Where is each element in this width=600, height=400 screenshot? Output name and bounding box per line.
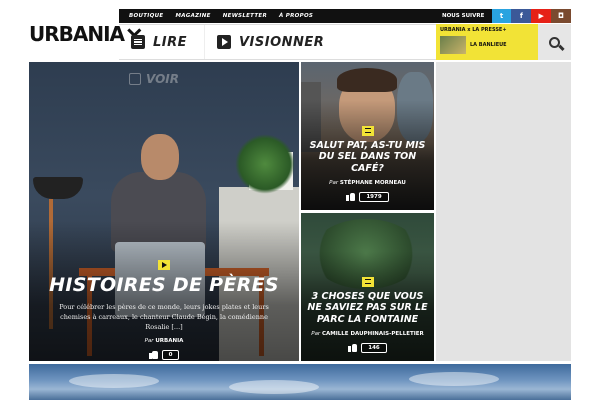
instagram-icon[interactable]: ◘ <box>551 9 572 23</box>
card-author[interactable]: STÉPHANE MORNEAU <box>340 180 406 186</box>
byline-prefix: Par <box>329 180 339 186</box>
presse-thumbnail <box>440 36 466 54</box>
feature-banner-image[interactable] <box>29 364 571 400</box>
hero-description: Pour célébrer les pères de ce monde, leu… <box>59 303 269 331</box>
article-card[interactable]: SALUT PAT, AS-TU MIS DU SEL DANS TON CAF… <box>301 62 434 210</box>
like-count: 0 <box>161 350 180 360</box>
search-button[interactable] <box>538 24 571 60</box>
nav-read[interactable]: LIRE <box>119 25 205 59</box>
hero-image-person-head <box>141 134 179 180</box>
hero-article[interactable]: VOIR HISTOIRES DE PÈRES Pour célébrer le… <box>29 62 299 361</box>
hero-image-plant <box>235 134 295 194</box>
video-icon <box>129 73 141 85</box>
nav-watch-label: VISIONNER <box>239 34 325 50</box>
card-content: SALUT PAT, AS-TU MIS DU SEL DANS TON CAF… <box>307 125 428 202</box>
card-author[interactable]: CAMILLE DAUPHINAIS-PELLETIER <box>322 331 424 337</box>
section-label: VOIR <box>129 72 179 86</box>
logo-text: URBANIA <box>29 22 125 46</box>
banner-cloud <box>409 372 499 386</box>
hero-image-lamp <box>33 177 83 199</box>
nav-read-label: LIRE <box>153 34 188 50</box>
article-icon <box>361 276 374 287</box>
sidebar-ad-space <box>436 62 571 361</box>
nav-watch[interactable]: VISIONNER <box>205 25 324 59</box>
presse-item-row[interactable]: LA BANLIEUE <box>440 36 534 54</box>
banner-cloud <box>69 374 159 388</box>
section-label-text: VOIR <box>146 72 179 86</box>
link-a-propos[interactable]: À PROPOS <box>279 13 313 19</box>
byline-prefix: Par <box>144 338 154 344</box>
social-bar: NOUS SUIVRE t f ▶ ◘ <box>436 9 572 23</box>
youtube-icon[interactable]: ▶ <box>531 9 552 23</box>
card-title[interactable]: 3 CHOSES QUE VOUS NE SAVIEZ PAS SUR LE P… <box>307 291 428 326</box>
hero-byline: Par URBANIA <box>29 338 299 344</box>
link-magazine[interactable]: MAGAZINE <box>175 13 210 19</box>
card-stats: 1979 <box>307 192 428 202</box>
hero-title[interactable]: HISTOIRES DE PÈRES <box>29 274 299 296</box>
presse-item-label: LA BANLIEUE <box>470 42 507 48</box>
play-icon <box>158 260 170 270</box>
card-stats: 146 <box>307 343 428 353</box>
main-nav: LIRE VISIONNER <box>119 24 436 60</box>
banner-cloud <box>229 380 319 394</box>
card-byline: Par STÉPHANE MORNEAU <box>307 180 428 186</box>
facebook-icon[interactable]: f <box>511 9 532 23</box>
like-count: 1979 <box>359 192 389 202</box>
like-count: 146 <box>361 343 387 353</box>
thumbs-up-icon[interactable] <box>148 351 158 359</box>
article-icon <box>361 125 374 136</box>
card-content: 3 CHOSES QUE VOUS NE SAVIEZ PAS SUR LE P… <box>307 276 428 353</box>
hero-content: HISTOIRES DE PÈRES Pour célébrer les pèr… <box>29 260 299 360</box>
follow-label: NOUS SUIVRE <box>436 9 492 23</box>
presse-title: URBANIA x LA PRESSE+ <box>440 27 507 33</box>
presse-promo[interactable]: URBANIA x LA PRESSE+ LA BANLIEUE <box>436 24 538 60</box>
page: URBANIA BOUTIQUE MAGAZINE NEWSLETTER À P… <box>0 0 600 400</box>
article-card[interactable]: 3 CHOSES QUE VOUS NE SAVIEZ PAS SUR LE P… <box>301 213 434 361</box>
link-boutique[interactable]: BOUTIQUE <box>129 13 163 19</box>
byline-prefix: Par <box>311 331 321 337</box>
link-newsletter[interactable]: NEWSLETTER <box>223 13 267 19</box>
hero-author[interactable]: URBANIA <box>155 338 183 344</box>
hero-stats: 0 <box>29 350 299 360</box>
play-icon <box>217 35 231 49</box>
search-icon <box>549 36 560 48</box>
card-title[interactable]: SALUT PAT, AS-TU MIS DU SEL DANS TON CAF… <box>307 140 428 175</box>
card-image-hair <box>337 68 397 92</box>
thumbs-up-icon[interactable] <box>348 344 358 352</box>
article-icon <box>131 35 145 49</box>
thumbs-up-icon[interactable] <box>346 193 356 201</box>
twitter-icon[interactable]: t <box>491 9 512 23</box>
card-byline: Par CAMILLE DAUPHINAIS-PELLETIER <box>307 331 428 337</box>
top-links-bar: BOUTIQUE MAGAZINE NEWSLETTER À PROPOS <box>119 9 436 23</box>
